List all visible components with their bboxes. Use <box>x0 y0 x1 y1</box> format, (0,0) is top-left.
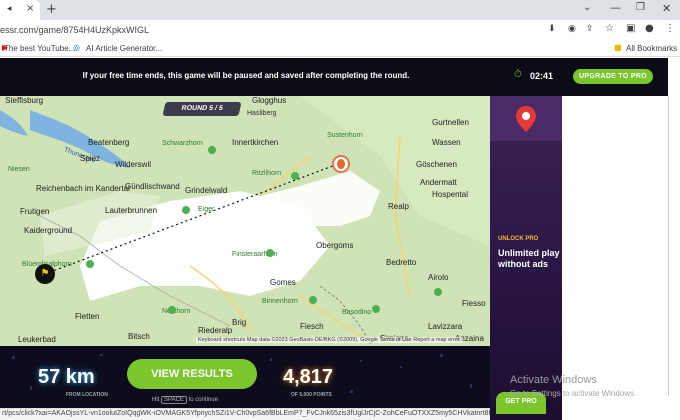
folder-icon: ■ <box>614 43 622 52</box>
points-value: 4,817 <box>283 366 334 388</box>
result-map[interactable]: ROUND 5 / 5 Steffisburg Glogghus Haslibe… <box>0 96 490 346</box>
free-time-banner: If your free time ends, this game will b… <box>0 58 668 96</box>
view-results-button[interactable]: VIEW RESULTS <box>127 359 257 389</box>
unlock-pro-label: UNLOCK PRO <box>498 236 539 242</box>
bookmark-youtube[interactable]: The best YouTube... <box>4 44 75 53</box>
bookmark-star-icon[interactable]: ☆ <box>605 24 614 34</box>
bookmarks-bar: ▶ The best YouTube... ◎ AI Article Gener… <box>0 40 680 57</box>
audio-icon: ◂ <box>7 4 12 14</box>
continue-hint: Hit SPACE to continue <box>152 396 218 404</box>
location-flag-icon[interactable]: ⚑ <box>35 264 55 284</box>
ad-headline: Unlimited play without ads <box>498 248 560 269</box>
map-attribution[interactable]: Keyboard shortcuts Map data ©2023 GeoBas… <box>196 337 462 343</box>
guess-avatar-marker[interactable] <box>332 155 350 173</box>
url-text[interactable]: essr.com/game/8754H4UzKpkxWIGL <box>0 25 149 35</box>
hint-suffix: to continue <box>188 397 218 403</box>
ad-header <box>490 96 562 141</box>
activate-windows-title: Activate Windows <box>510 374 597 386</box>
space-key: SPACE <box>161 396 187 404</box>
close-window-icon[interactable]: ✕ <box>662 3 671 14</box>
points-label: OF 5,000 POINTS <box>291 392 332 398</box>
banner-message: If your free time ends, this game will b… <box>82 71 410 80</box>
avatar <box>337 159 345 169</box>
bookmark-ai-article[interactable]: AI Article Generator... <box>86 44 162 53</box>
location-pin-icon <box>516 106 536 132</box>
maximize-icon[interactable]: ❐ <box>636 3 645 13</box>
menu-icon[interactable]: ⋮ <box>665 24 675 34</box>
sidepanel-icon[interactable]: ▣ <box>626 24 635 34</box>
map-markers <box>86 146 442 314</box>
hide-icon[interactable]: ◉ <box>568 25 576 34</box>
status-bar-url: rt/pcs/click?xai=AKAOjssYL-vn1ooluIZoIQq… <box>0 408 490 420</box>
page-margin <box>562 96 680 420</box>
ai-site-icon: ◎ <box>73 43 80 52</box>
countdown-timer: 02:41 <box>530 71 554 81</box>
tab-search-icon[interactable]: ⌄ <box>583 3 591 13</box>
browser-tab-strip: ◂ × + ⌄ — ❐ ✕ <box>0 0 680 20</box>
mountain-icon <box>86 146 442 314</box>
all-bookmarks[interactable]: All Bookmarks <box>626 44 677 53</box>
hint-prefix: Hit <box>152 397 160 403</box>
distance-label: FROM LOCATION <box>66 392 108 398</box>
address-bar[interactable]: essr.com/game/8754H4UzKpkxWIGL ⬇ ◉ ⇪ ☆ ▣… <box>0 20 680 40</box>
new-tab-icon[interactable]: + <box>46 3 57 16</box>
result-bar: 57 km FROM LOCATION VIEW RESULTS Hit SPA… <box>0 346 490 408</box>
minimize-icon[interactable]: — <box>610 2 621 13</box>
stopwatch-icon: ⏱ <box>514 69 522 80</box>
close-tab-icon[interactable]: × <box>26 4 34 14</box>
upgrade-button[interactable]: UPGRADE TO PRO <box>573 69 653 84</box>
scrollbar-track[interactable] <box>668 96 669 396</box>
share-icon[interactable]: ⇪ <box>586 25 594 34</box>
pro-ad-panel: UNLOCK PRO Unlimited play without ads GE… <box>490 96 562 420</box>
browser-tab[interactable]: ◂ × <box>0 0 40 20</box>
install-icon[interactable]: ⬇ <box>548 25 556 34</box>
activate-windows-subtitle: Go to Settings to activate Windows. <box>510 389 637 398</box>
distance-value: 57 km <box>38 366 95 388</box>
profile-icon[interactable]: ● <box>645 24 654 34</box>
